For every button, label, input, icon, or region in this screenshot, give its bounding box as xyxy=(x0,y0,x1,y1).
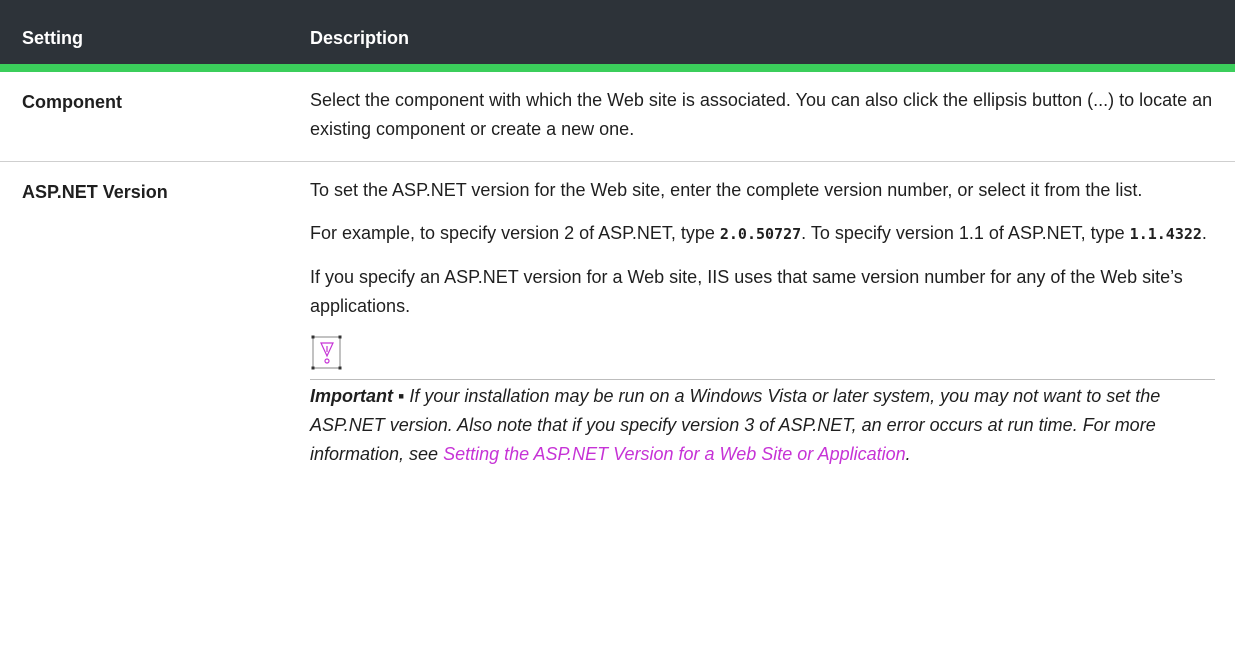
text-span: For example, to specify version 2 of ASP… xyxy=(310,223,720,243)
important-note: Important ▪ If your installation may be … xyxy=(310,382,1215,469)
important-icon xyxy=(310,335,344,371)
setting-description: Select the component with which the Web … xyxy=(310,90,1213,139)
note-link[interactable]: Setting the ASP.NET Version for a Web Si… xyxy=(443,444,906,464)
version-code: 2.0.50727 xyxy=(719,225,802,243)
version-code: 1.1.4322 xyxy=(1129,225,1202,243)
table-row: Component Select the component with whic… xyxy=(0,72,1235,162)
note-end: . xyxy=(905,444,911,464)
description-paragraph: For example, to specify version 2 of ASP… xyxy=(310,219,1215,249)
note-label: Important xyxy=(310,386,393,406)
note-divider xyxy=(310,379,1215,380)
header-accent-bar xyxy=(0,64,1235,72)
setting-description: To set the ASP.NET version for the Web s… xyxy=(300,162,1235,469)
header-description: Description xyxy=(310,28,410,48)
description-paragraph: To set the ASP.NET version for the Web s… xyxy=(310,180,1143,200)
table-header: Setting Description xyxy=(0,0,1235,72)
setting-name: ASP.NET Version xyxy=(22,182,168,202)
text-span: . To specify version 1.1 of ASP.NET, typ… xyxy=(801,223,1130,243)
table-row: ASP.NET Version To set the ASP.NET versi… xyxy=(0,162,1235,469)
settings-table: Setting Description Component Select the… xyxy=(0,0,1235,469)
note-separator: ▪ xyxy=(393,386,410,406)
header-setting: Setting xyxy=(22,28,83,48)
text-span: . xyxy=(1201,223,1207,243)
setting-name: Component xyxy=(22,92,122,112)
description-paragraph: If you specify an ASP.NET version for a … xyxy=(310,267,1183,316)
